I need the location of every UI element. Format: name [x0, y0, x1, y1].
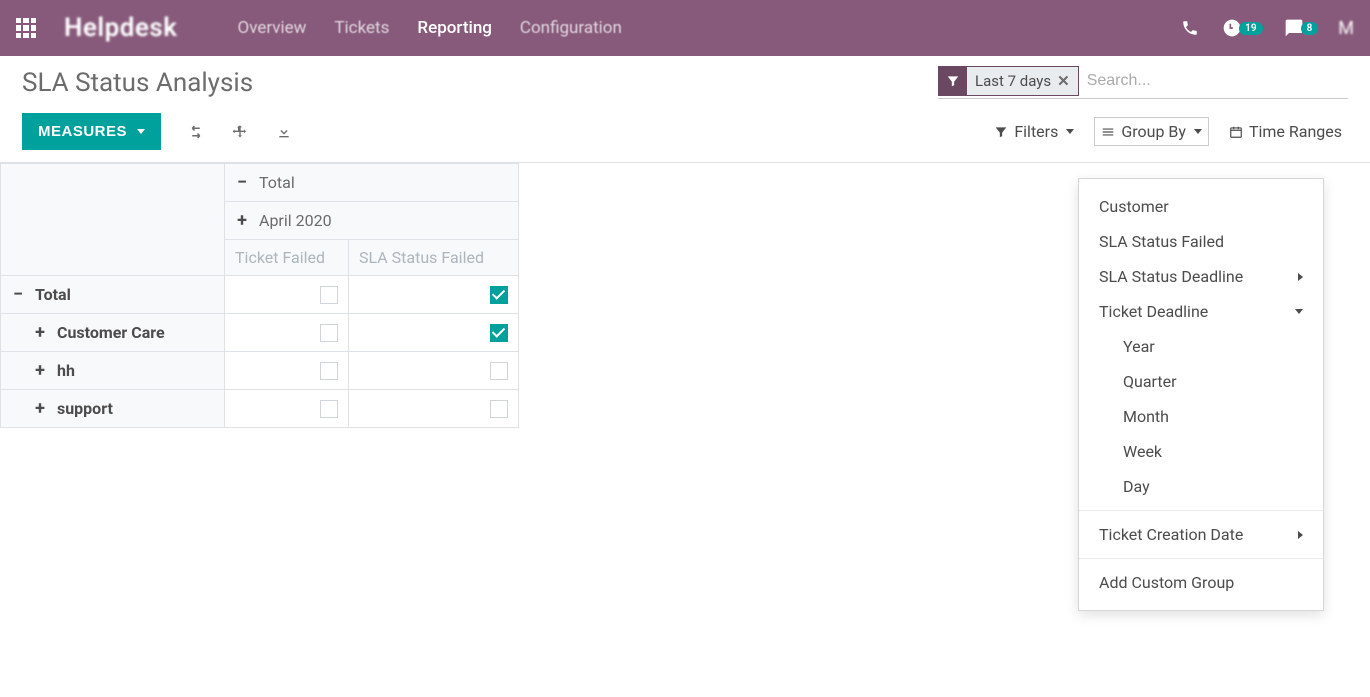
minus-icon: − — [235, 172, 249, 193]
timeranges-button[interactable]: Time Ranges — [1223, 118, 1348, 145]
row-header[interactable]: + hh — [1, 352, 225, 390]
pivot-corner — [1, 164, 225, 276]
chevron-right-icon — [1298, 273, 1303, 281]
nav-right: 19 8 M — [1179, 17, 1354, 39]
filters-button[interactable]: Filters — [988, 118, 1080, 145]
groupby-label: Group By — [1121, 122, 1186, 141]
page-title: SLA Status Analysis — [22, 68, 253, 98]
table-row: −Total — [1, 276, 519, 314]
row-header[interactable]: + Customer Care — [1, 314, 225, 352]
groupby-sub-month[interactable]: Month — [1079, 399, 1323, 434]
chevron-right-icon — [1298, 531, 1303, 539]
chevron-down-icon — [1295, 309, 1303, 314]
funnel-icon — [939, 67, 967, 95]
minus-icon: − — [11, 284, 25, 305]
plus-icon: + — [33, 398, 47, 419]
groupby-sub-week[interactable]: Week — [1079, 434, 1323, 469]
facet-remove-icon[interactable]: ✕ — [1057, 72, 1070, 90]
pivot-cell — [349, 390, 519, 428]
nav-reporting[interactable]: Reporting — [417, 18, 492, 38]
table-row: + hh — [1, 352, 519, 390]
groupby-sub-day[interactable]: Day — [1079, 469, 1323, 504]
activities-button[interactable]: 19 — [1221, 17, 1262, 39]
groupby-dropdown: Customer SLA Status Failed SLA Status De… — [1078, 178, 1324, 611]
chevron-down-icon — [1194, 129, 1202, 134]
groupby-item-customer[interactable]: Customer — [1079, 189, 1323, 224]
checkbox-icon — [490, 400, 508, 418]
nav-items: Overview Tickets Reporting Configuration — [238, 18, 622, 38]
pivot-cell — [225, 390, 349, 428]
messages-badge: 8 — [1301, 22, 1319, 35]
groupby-sub-year[interactable]: Year — [1079, 329, 1323, 364]
pivot-cell — [349, 352, 519, 390]
groupby-item-sla-status-failed[interactable]: SLA Status Failed — [1079, 224, 1323, 259]
row-label: Total — [35, 285, 71, 304]
plus-icon: + — [235, 210, 249, 231]
row-label: support — [57, 399, 113, 418]
pivot-cell — [349, 276, 519, 314]
col-header-total[interactable]: −Total — [225, 164, 519, 202]
checkbox-icon — [320, 362, 338, 380]
messages-button[interactable]: 8 — [1283, 17, 1319, 39]
activities-badge: 19 — [1239, 22, 1262, 35]
col-header-group[interactable]: +April 2020 — [225, 202, 519, 240]
measure-header-1[interactable]: SLA Status Failed — [349, 240, 519, 276]
checkbox-icon — [490, 362, 508, 380]
row-header[interactable]: + support — [1, 390, 225, 428]
pivot-cell — [225, 352, 349, 390]
pivot-table: −Total +April 2020 Ticket Failed SLA Sta… — [0, 163, 519, 428]
calendar-icon — [1229, 125, 1243, 139]
groupby-add-custom-group[interactable]: Add Custom Group — [1079, 565, 1323, 600]
row-label: Customer Care — [57, 323, 165, 342]
groupby-item-sla-status-deadline[interactable]: SLA Status Deadline — [1079, 259, 1323, 294]
pivot-cell — [349, 314, 519, 352]
groupby-button[interactable]: Group By — [1094, 117, 1209, 146]
apps-grid-icon[interactable] — [16, 18, 36, 38]
table-row: + Customer Care — [1, 314, 519, 352]
pivot-toolbar — [187, 123, 293, 141]
timeranges-label: Time Ranges — [1249, 122, 1342, 141]
download-icon[interactable] — [275, 123, 293, 141]
measures-label: MEASURES — [38, 123, 127, 140]
row-header[interactable]: −Total — [1, 276, 225, 314]
search-filters-bar: Filters Group By Time Ranges — [988, 117, 1348, 146]
expand-all-icon[interactable] — [231, 123, 249, 141]
search-facet: Last 7 days ✕ — [938, 66, 1079, 96]
groupby-item-ticket-creation-date[interactable]: Ticket Creation Date — [1079, 517, 1323, 552]
filters-label: Filters — [1014, 122, 1058, 141]
checkbox-icon — [490, 286, 508, 304]
table-row: + support — [1, 390, 519, 428]
measure-header-0[interactable]: Ticket Failed — [225, 240, 349, 276]
checkbox-icon — [490, 324, 508, 342]
list-icon — [1101, 125, 1115, 139]
pivot-cell — [225, 276, 349, 314]
search-input[interactable] — [1079, 68, 1348, 94]
nav-configuration[interactable]: Configuration — [520, 18, 622, 38]
user-initial[interactable]: M — [1338, 18, 1354, 39]
phone-icon[interactable] — [1179, 17, 1201, 39]
row-label: hh — [57, 361, 75, 380]
plus-icon: + — [33, 360, 47, 381]
chevron-down-icon — [1066, 129, 1074, 134]
chevron-down-icon — [137, 129, 145, 134]
measures-button[interactable]: MEASURES — [22, 113, 161, 150]
funnel-icon — [994, 125, 1008, 139]
search-area: Last 7 days ✕ — [938, 66, 1348, 99]
nav-tickets[interactable]: Tickets — [334, 18, 389, 38]
pivot-cell — [225, 314, 349, 352]
plus-icon: + — [33, 322, 47, 343]
facet-label: Last 7 days — [975, 72, 1051, 90]
control-panel: SLA Status Analysis Last 7 days ✕ MEASUR… — [0, 56, 1370, 162]
checkbox-icon — [320, 324, 338, 342]
checkbox-icon — [320, 400, 338, 418]
groupby-item-ticket-deadline[interactable]: Ticket Deadline — [1079, 294, 1323, 329]
flip-axis-icon[interactable] — [187, 123, 205, 141]
groupby-sub-quarter[interactable]: Quarter — [1079, 364, 1323, 399]
nav-overview[interactable]: Overview — [238, 18, 307, 38]
top-navbar: Helpdesk Overview Tickets Reporting Conf… — [0, 0, 1370, 56]
checkbox-icon — [320, 286, 338, 304]
app-brand[interactable]: Helpdesk — [64, 13, 178, 43]
